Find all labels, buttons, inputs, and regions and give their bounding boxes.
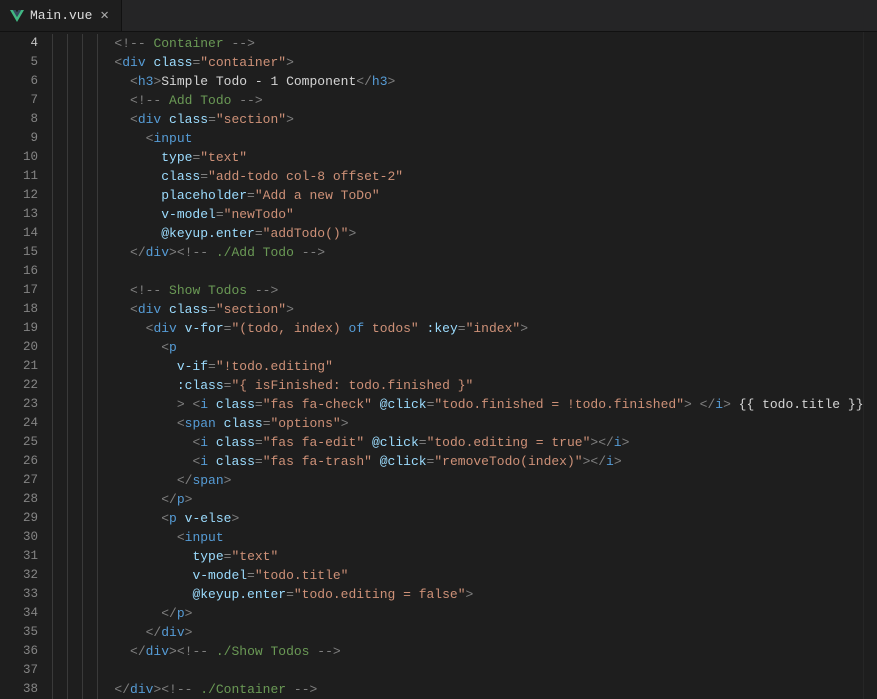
code-line[interactable]: v-if="!todo.editing" [52,357,877,376]
code-line[interactable]: :class="{ isFinished: todo.finished }" [52,376,877,395]
line-number: 38 [0,680,52,699]
line-number: 17 [0,281,52,300]
line-number: 27 [0,471,52,490]
code-line[interactable]: @keyup.enter="todo.editing = false"> [52,585,877,604]
line-number: 35 [0,623,52,642]
code-line[interactable]: <div class="section"> [52,300,877,319]
line-number: 6 [0,72,52,91]
line-number: 12 [0,186,52,205]
code-line[interactable] [52,262,877,281]
line-number: 20 [0,338,52,357]
line-number: 19 [0,319,52,338]
tab-bar: Main.vue ✕ [0,0,877,32]
close-icon[interactable]: ✕ [98,9,110,23]
line-number: 24 [0,414,52,433]
code-line[interactable]: <i class="fas fa-trash" @click="removeTo… [52,452,877,471]
line-number: 4 [0,34,52,53]
code-line[interactable]: <input [52,528,877,547]
line-number: 32 [0,566,52,585]
code-line[interactable]: @keyup.enter="addTodo()"> [52,224,877,243]
line-number: 37 [0,661,52,680]
code-line[interactable]: type="text" [52,148,877,167]
code-line[interactable]: </div><!-- ./Add Todo --> [52,243,877,262]
code-line[interactable]: placeholder="Add a new ToDo" [52,186,877,205]
code-line[interactable]: </span> [52,471,877,490]
code-editor[interactable]: 4567891011121314151617181920212223242526… [0,32,877,699]
line-number: 13 [0,205,52,224]
line-number: 25 [0,433,52,452]
code-line[interactable]: <div v-for="(todo, index) of todos" :key… [52,319,877,338]
tab-main-vue[interactable]: Main.vue ✕ [0,0,122,31]
line-number: 8 [0,110,52,129]
line-number: 31 [0,547,52,566]
code-line[interactable]: <i class="fas fa-edit" @click="todo.edit… [52,433,877,452]
line-number: 7 [0,91,52,110]
line-number: 21 [0,357,52,376]
code-line[interactable]: <!-- Add Todo --> [52,91,877,110]
line-number: 30 [0,528,52,547]
code-line[interactable]: </div><!-- ./Container --> [52,680,877,699]
code-line[interactable]: </p> [52,490,877,509]
code-line[interactable]: </div> [52,623,877,642]
line-number: 36 [0,642,52,661]
code-line[interactable]: <!-- Show Todos --> [52,281,877,300]
line-number-gutter: 4567891011121314151617181920212223242526… [0,32,52,699]
code-line[interactable]: v-model="todo.title" [52,566,877,585]
line-number: 15 [0,243,52,262]
code-area[interactable]: <!-- Container --> <div class="container… [52,32,877,699]
code-line[interactable]: <h3>Simple Todo - 1 Component</h3> [52,72,877,91]
code-line[interactable]: <div class="section"> [52,110,877,129]
code-line[interactable]: > <i class="fas fa-check" @click="todo.f… [52,395,877,414]
line-number: 33 [0,585,52,604]
code-line[interactable]: <div class="container"> [52,53,877,72]
vue-icon [10,9,24,23]
line-number: 10 [0,148,52,167]
line-number: 14 [0,224,52,243]
code-line[interactable]: <p [52,338,877,357]
tab-filename: Main.vue [30,8,92,23]
line-number: 29 [0,509,52,528]
code-line[interactable]: class="add-todo col-8 offset-2" [52,167,877,186]
code-line[interactable]: <input [52,129,877,148]
code-line[interactable]: <!-- Container --> [52,34,877,53]
line-number: 22 [0,376,52,395]
code-line[interactable]: type="text" [52,547,877,566]
line-number: 16 [0,262,52,281]
line-number: 11 [0,167,52,186]
line-number: 23 [0,395,52,414]
code-line[interactable]: </p> [52,604,877,623]
line-number: 26 [0,452,52,471]
code-line[interactable]: </div><!-- ./Show Todos --> [52,642,877,661]
line-number: 28 [0,490,52,509]
code-line[interactable]: <span class="options"> [52,414,877,433]
line-number: 5 [0,53,52,72]
overview-ruler [863,32,877,699]
line-number: 34 [0,604,52,623]
code-line[interactable] [52,661,877,680]
code-line[interactable]: <p v-else> [52,509,877,528]
line-number: 18 [0,300,52,319]
line-number: 9 [0,129,52,148]
code-line[interactable]: v-model="newTodo" [52,205,877,224]
